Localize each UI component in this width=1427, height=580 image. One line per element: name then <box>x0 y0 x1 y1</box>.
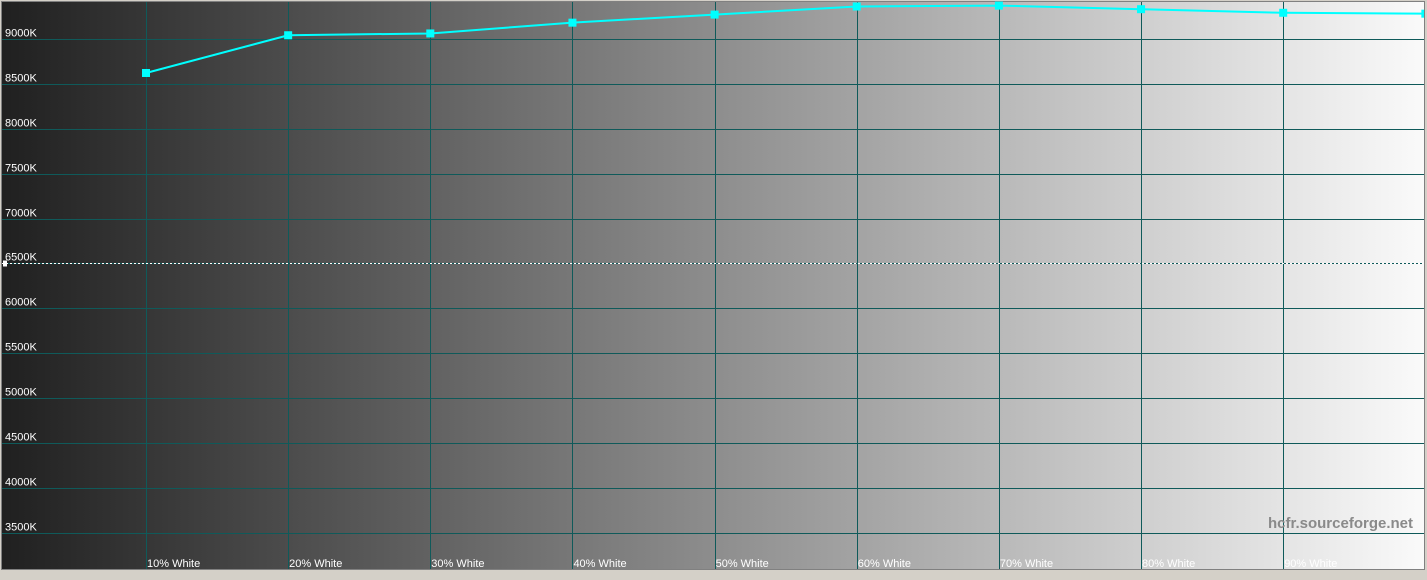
x-tick-label: 10% White <box>147 558 200 570</box>
data-point <box>568 18 577 27</box>
y-tick-label: 9000K <box>5 28 37 40</box>
x-tick-label: 80% White <box>1142 558 1195 570</box>
x-tick-label: 70% White <box>1000 558 1053 570</box>
x-tick-label: 30% White <box>431 558 484 570</box>
x-axis-ticks: 10% White 20% White 30% White 40% White 50% … <box>147 558 1337 570</box>
y-tick-label: 6500K <box>5 252 37 264</box>
y-tick-label: 7000K <box>5 208 37 220</box>
y-tick-label: 4500K <box>5 432 37 444</box>
plot-background <box>2 2 1424 569</box>
y-tick-label: 6000K <box>5 297 37 309</box>
x-tick-label: 40% White <box>573 558 626 570</box>
data-point <box>1279 8 1288 17</box>
y-tick-label: 8500K <box>5 73 37 85</box>
y-tick-label: 4000K <box>5 477 37 489</box>
data-point <box>1421 9 1424 18</box>
data-point <box>142 68 150 77</box>
watermark-text: hcfr.sourceforge.net <box>1268 515 1413 532</box>
data-point <box>284 31 293 40</box>
color-temperature-chart: 3500K 4000K 4500K 5000K 5500K 6000K 6500K 7000K… <box>1 1 1425 570</box>
y-tick-label: 7500K <box>5 163 37 175</box>
x-tick-label: 50% White <box>716 558 769 570</box>
y-tick-label: 3500K <box>5 522 37 534</box>
data-point <box>1137 5 1146 14</box>
data-point <box>426 29 435 38</box>
y-tick-label: 8000K <box>5 118 37 130</box>
y-tick-label: 5000K <box>5 387 37 399</box>
x-tick-label: 60% White <box>858 558 911 570</box>
data-point <box>994 1 1003 10</box>
data-point <box>852 2 861 11</box>
data-point <box>710 10 719 19</box>
y-tick-label: 5500K <box>5 342 37 354</box>
x-tick-label: 20% White <box>289 558 342 570</box>
chart-area: 3500K 4000K 4500K 5000K 5500K 6000K 6500K 7000K… <box>0 0 1427 575</box>
x-tick-label: 90% White <box>1284 558 1337 570</box>
